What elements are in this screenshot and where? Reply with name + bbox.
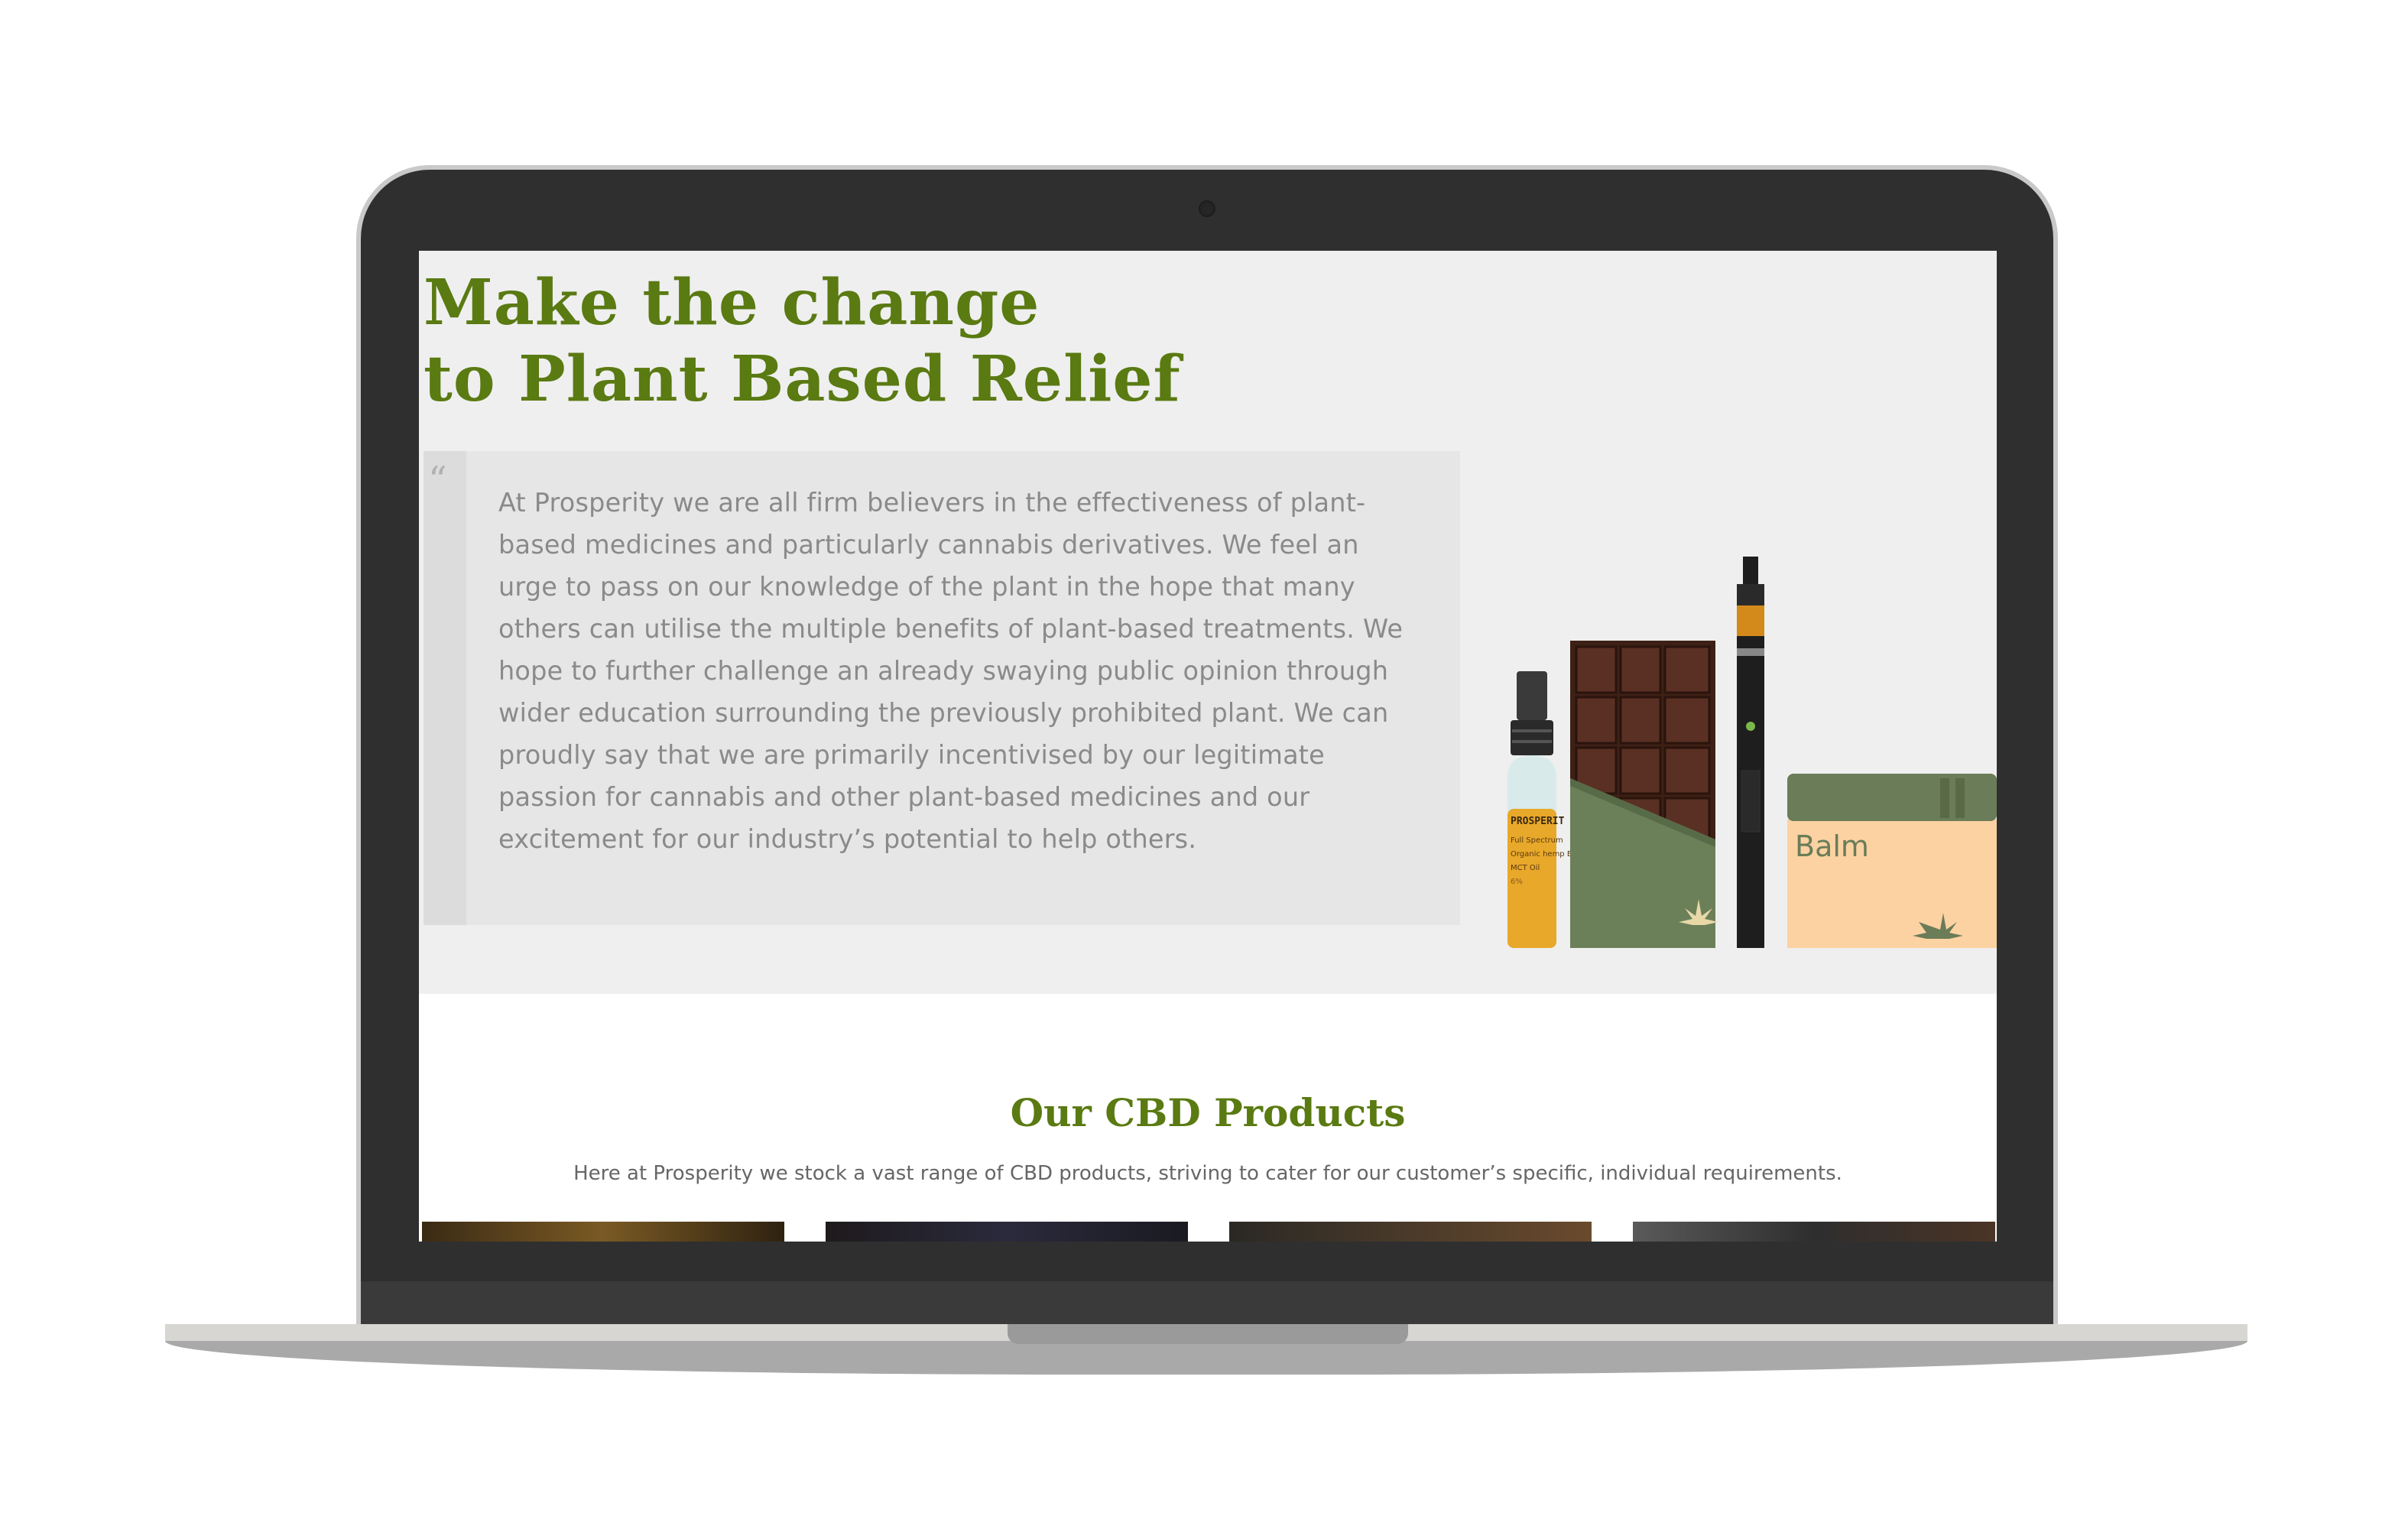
products-section-subtitle: Here at Prosperity we stock a vast range…	[573, 1162, 1842, 1185]
vape-pen-icon	[1737, 557, 1764, 948]
blockquote: “ At Prosperity we are all firm believer…	[424, 451, 1460, 925]
balm-label: Balm	[1795, 829, 1869, 863]
quote-text: At Prosperity we are all firm believers …	[498, 488, 1404, 854]
chocolate-bar-icon	[1570, 641, 1718, 948]
product-card-image[interactable]	[1229, 1222, 1592, 1242]
laptop-notch	[1008, 1324, 1408, 1344]
headline-line-1: Make the change	[424, 266, 1040, 339]
balm-jar-icon: Balm	[1787, 774, 1997, 948]
bottle-line-1: Full Spectrum	[1511, 836, 1563, 845]
bottle-line-2: Organic hemp Ex	[1511, 850, 1576, 859]
hero-headline: Make the change to Plant Based Relief	[424, 265, 1181, 417]
laptop-chin	[361, 1281, 2053, 1324]
bottle-line-3: MCT Oil	[1511, 864, 1540, 872]
website-screen: Make the change to Plant Based Relief “ …	[419, 251, 1997, 1242]
oil-bottle-icon: PROSPERIT Full Spectrum Organic hemp Ex …	[1507, 671, 1576, 948]
products-section-title: Our CBD Products	[1010, 1090, 1406, 1135]
laptop-base-bottom	[165, 1341, 2247, 1375]
cbd-products-illustration: PROSPERIT Full Spectrum Organic hemp Ex …	[1507, 557, 1997, 948]
bottle-line-4: 6%	[1511, 878, 1523, 886]
quote-mark-icon: “	[428, 459, 447, 502]
webcam-icon	[1199, 200, 1215, 217]
bottle-brand: PROSPERIT	[1511, 816, 1565, 827]
product-card-image[interactable]	[422, 1222, 784, 1242]
blockquote-bar	[424, 451, 466, 925]
hero-section: Make the change to Plant Based Relief “ …	[419, 251, 1997, 994]
headline-line-2: to Plant Based Relief	[424, 342, 1181, 416]
product-card-image[interactable]	[826, 1222, 1188, 1242]
product-card-image[interactable]	[1633, 1222, 1995, 1242]
